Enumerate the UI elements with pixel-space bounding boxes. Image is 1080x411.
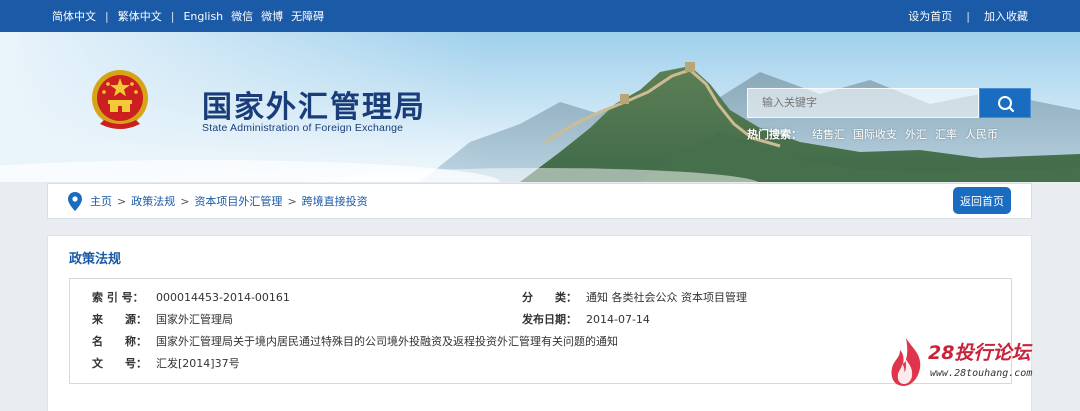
breadcrumb-separator: > [180,194,190,208]
hot-keyword[interactable]: 人民币 [965,126,998,142]
hot-search-label: 热门搜索： [747,128,802,141]
back-home-button[interactable]: 返回首页 [953,187,1011,214]
watermark-brand: 28投行论坛 [928,342,1031,364]
index-value: 000014453-2014-00161 [156,291,290,304]
breadcrumb-bar: 主页 > 政策法规 > 资本项目外汇管理 > 跨境直接投资 [47,183,1032,219]
source-value: 国家外汇管理局 [156,313,233,326]
set-homepage-link[interactable]: 设为首页 [908,8,952,24]
info-row: 来 源： 国家外汇管理局 发布日期： 2014-07-14 [70,310,1011,330]
add-favorite-link[interactable]: 加入收藏 [984,8,1028,24]
info-row: 文 号： 汇发[2014]37号 [70,354,1011,374]
link-wechat[interactable]: 微信 [231,8,253,24]
category-value: 通知 各类社会公众 资本项目管理 [586,291,747,304]
site-title: 国家外汇管理局 [202,90,426,125]
top-right-links: 设为首页 | 加入收藏 [908,0,1028,32]
header-banner: 国家外汇管理局 State Administration of Foreign … [0,32,1080,182]
name-value: 国家外汇管理局关于境内居民通过特殊目的公司境外投融资及返程投资外汇管理有关问题的… [156,335,618,348]
info-row: 索 引 号： 000014453-2014-00161 分 类： 通知 各类社会… [70,288,1011,308]
site-subtitle: State Administration of Foreign Exchange [202,122,404,134]
breadcrumb-home[interactable]: 主页 [90,193,112,209]
info-row: 名 称： 国家外汇管理局关于境内居民通过特殊目的公司境外投融资及返程投资外汇管理… [70,332,1011,352]
breadcrumb-separator: > [117,194,127,208]
watermark-url: www.28touhang.com [930,368,1033,379]
breadcrumb-direct-investment[interactable]: 跨境直接投资 [302,193,368,209]
link-english[interactable]: English [183,10,223,23]
divider: | [170,9,175,23]
link-traditional-chinese[interactable]: 繁体中文 [118,8,162,24]
breadcrumb-capital-account[interactable]: 资本项目外汇管理 [194,193,282,209]
breadcrumb: 主页 > 政策法规 > 资本项目外汇管理 > 跨境直接投资 [90,184,368,218]
date-label: 发布日期： [522,313,577,326]
search-input[interactable] [748,89,978,117]
category-label: 分 类： [522,291,577,304]
hot-keyword[interactable]: 国际收支 [853,126,897,142]
hot-keyword[interactable]: 结售汇 [812,126,845,142]
hot-keyword[interactable]: 外汇 [905,126,927,142]
hot-search: 热门搜索： 结售汇 国际收支 外汇 汇率 人民币 [747,126,1006,142]
section-title: 政策法规 [69,252,122,267]
location-pin-icon [68,192,82,211]
date-value: 2014-07-14 [586,313,650,326]
main-content: 政策法规 索 引 号： 000014453-2014-00161 分 类： 通知… [47,235,1032,411]
doc-number-value: 汇发[2014]37号 [156,357,240,370]
link-simplified-chinese[interactable]: 简体中文 [52,8,96,24]
search-box [747,88,979,118]
link-accessibility[interactable]: 无障碍 [291,8,324,24]
link-weibo[interactable]: 微博 [261,8,283,24]
breadcrumb-separator: > [287,194,297,208]
divider: | [105,9,109,23]
search-button[interactable] [979,88,1031,118]
national-emblem-icon [92,70,148,129]
breadcrumb-policy[interactable]: 政策法规 [131,193,175,209]
index-label: 索 引 号： [92,291,144,304]
divider: | [966,9,970,23]
search-icon [998,96,1015,113]
document-info-table: 索 引 号： 000014453-2014-00161 分 类： 通知 各类社会… [69,278,1012,384]
language-links: 简体中文 | 繁体中文 | English 微信 微博 无障碍 [52,0,324,32]
source-label: 来 源： [92,313,147,326]
name-label: 名 称： [92,335,147,348]
watermark: 28投行论坛 www.28touhang.com [886,336,1056,388]
doc-number-label: 文 号： [92,357,147,370]
hot-keyword[interactable]: 汇率 [935,126,957,142]
flame-logo-icon [891,338,921,386]
top-bar: 简体中文 | 繁体中文 | English 微信 微博 无障碍 设为首页 | 加… [0,0,1080,32]
